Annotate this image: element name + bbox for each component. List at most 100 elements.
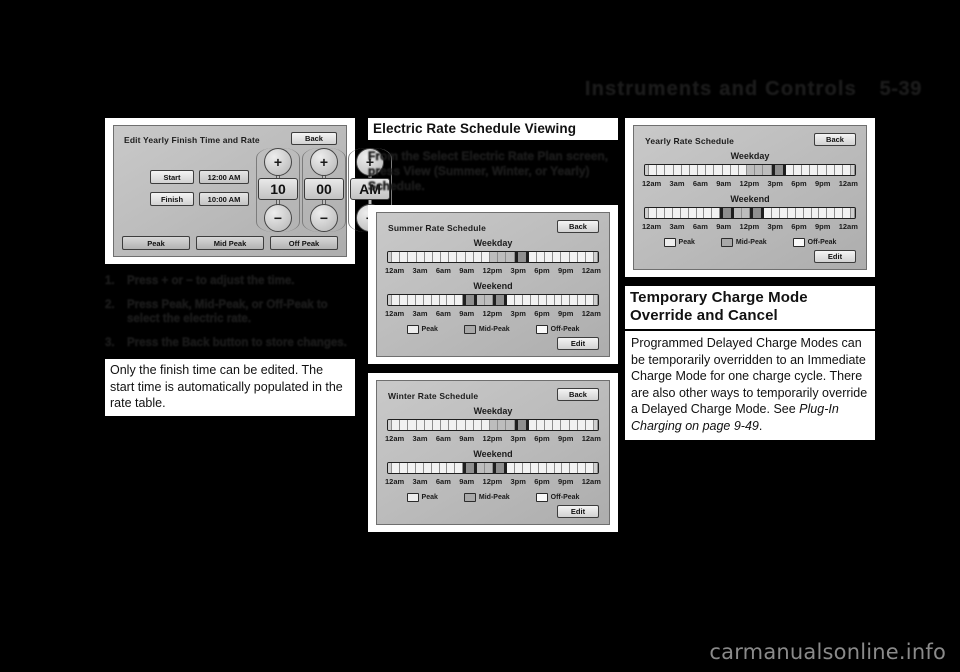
rate-cell[interactable]	[447, 463, 456, 473]
rate-cell[interactable]	[763, 165, 772, 175]
rate-cell[interactable]	[439, 295, 448, 305]
rate-cell[interactable]	[536, 252, 546, 262]
weekend-rate-bar[interactable]	[644, 207, 856, 219]
rate-cell[interactable]	[704, 208, 713, 218]
rate-cell[interactable]	[714, 165, 723, 175]
rate-cell[interactable]	[457, 420, 466, 430]
rate-cell[interactable]	[545, 252, 554, 262]
rate-cell[interactable]	[586, 295, 595, 305]
rate-cell[interactable]	[578, 463, 587, 473]
rate-cell[interactable]	[688, 208, 697, 218]
rate-cell[interactable]	[407, 463, 416, 473]
rate-cell[interactable]	[747, 165, 756, 175]
rate-cell[interactable]	[407, 295, 416, 305]
rate-cell[interactable]	[455, 295, 464, 305]
rate-cell[interactable]	[481, 252, 491, 262]
rate-cell[interactable]	[465, 420, 474, 430]
rate-cell[interactable]	[423, 463, 432, 473]
rate-cell[interactable]	[441, 252, 450, 262]
rate-cell[interactable]	[657, 165, 666, 175]
rate-cell[interactable]	[706, 165, 715, 175]
rate-cell[interactable]	[498, 252, 507, 262]
rate-cell[interactable]	[723, 208, 732, 218]
rate-cell[interactable]	[578, 295, 587, 305]
rate-cell[interactable]	[818, 165, 827, 175]
rate-cell[interactable]	[819, 208, 828, 218]
rate-cell[interactable]	[843, 208, 852, 218]
rate-cell[interactable]	[490, 252, 499, 262]
rate-cell[interactable]	[689, 165, 699, 175]
rate-cell[interactable]	[432, 420, 442, 430]
rate-cell[interactable]	[649, 165, 658, 175]
rate-cell[interactable]	[528, 420, 537, 430]
rate-cell[interactable]	[561, 420, 570, 430]
rate-cell[interactable]	[569, 252, 578, 262]
start-button[interactable]: Start	[150, 170, 194, 184]
rate-cell[interactable]	[392, 420, 401, 430]
rate-cell[interactable]	[449, 252, 458, 262]
rate-cell[interactable]	[545, 420, 554, 430]
rate-cell[interactable]	[392, 295, 400, 305]
rate-cell[interactable]	[730, 165, 739, 175]
weekday-rate-bar[interactable]	[644, 164, 856, 176]
rate-cell[interactable]	[431, 463, 440, 473]
rate-cell[interactable]	[473, 420, 482, 430]
rate-cell[interactable]	[842, 165, 852, 175]
rate-cell[interactable]	[466, 463, 475, 473]
rate-cell[interactable]	[738, 165, 748, 175]
rate-cell[interactable]	[455, 463, 464, 473]
finish-time-value[interactable]: 10:00 AM	[199, 192, 249, 206]
rate-cell[interactable]	[774, 165, 783, 175]
rate-cell[interactable]	[696, 208, 705, 218]
rate-cell[interactable]	[553, 420, 562, 430]
rate-cell[interactable]	[811, 208, 820, 218]
rate-cell[interactable]	[673, 165, 682, 175]
edit-button[interactable]: Edit	[814, 250, 856, 263]
rate-cell[interactable]	[485, 295, 494, 305]
rate-cell[interactable]	[802, 165, 811, 175]
rate-cell[interactable]	[554, 463, 563, 473]
rate-cell[interactable]	[465, 252, 474, 262]
rate-cell[interactable]	[793, 165, 803, 175]
rate-cell[interactable]	[585, 420, 595, 430]
rate-cell[interactable]	[477, 295, 486, 305]
rate-cell[interactable]	[408, 420, 417, 430]
rate-cell[interactable]	[734, 208, 743, 218]
rate-cell[interactable]	[424, 252, 433, 262]
rate-cell[interactable]	[400, 420, 409, 430]
rate-cell[interactable]	[506, 252, 515, 262]
minus-icon[interactable]: −	[310, 204, 338, 232]
weekday-rate-bar[interactable]	[387, 419, 599, 431]
rate-cell[interactable]	[496, 295, 504, 305]
rate-cell[interactable]	[399, 295, 408, 305]
rate-cell[interactable]	[415, 295, 424, 305]
rate-cell[interactable]	[664, 208, 673, 218]
rate-cell[interactable]	[400, 252, 409, 262]
rate-cell[interactable]	[577, 420, 586, 430]
rate-cell[interactable]	[485, 463, 494, 473]
rate-cell[interactable]	[423, 295, 432, 305]
rate-cell[interactable]	[498, 420, 507, 430]
rate-cell[interactable]	[835, 208, 844, 218]
rate-cell[interactable]	[538, 295, 547, 305]
finish-button[interactable]: Finish	[150, 192, 194, 206]
rate-cell[interactable]	[562, 463, 571, 473]
rate-cell[interactable]	[787, 208, 796, 218]
minute-stepper[interactable]: + 00 −	[302, 148, 346, 232]
rate-cell[interactable]	[546, 463, 555, 473]
rate-cell[interactable]	[826, 165, 835, 175]
rate-cell[interactable]	[753, 208, 761, 218]
rate-cell[interactable]	[424, 420, 433, 430]
rate-cell[interactable]	[517, 420, 526, 430]
rate-cell[interactable]	[506, 295, 515, 305]
rate-cell[interactable]	[755, 165, 764, 175]
rate-cell[interactable]	[672, 208, 681, 218]
edit-button[interactable]: Edit	[557, 337, 599, 350]
rate-cell[interactable]	[536, 420, 546, 430]
rate-cell[interactable]	[785, 165, 794, 175]
rate-cell[interactable]	[530, 295, 539, 305]
weekend-rate-bar[interactable]	[387, 294, 599, 306]
rate-cell[interactable]	[514, 295, 523, 305]
rate-cell[interactable]	[490, 420, 499, 430]
hour-stepper[interactable]: + 10 −	[256, 148, 300, 232]
